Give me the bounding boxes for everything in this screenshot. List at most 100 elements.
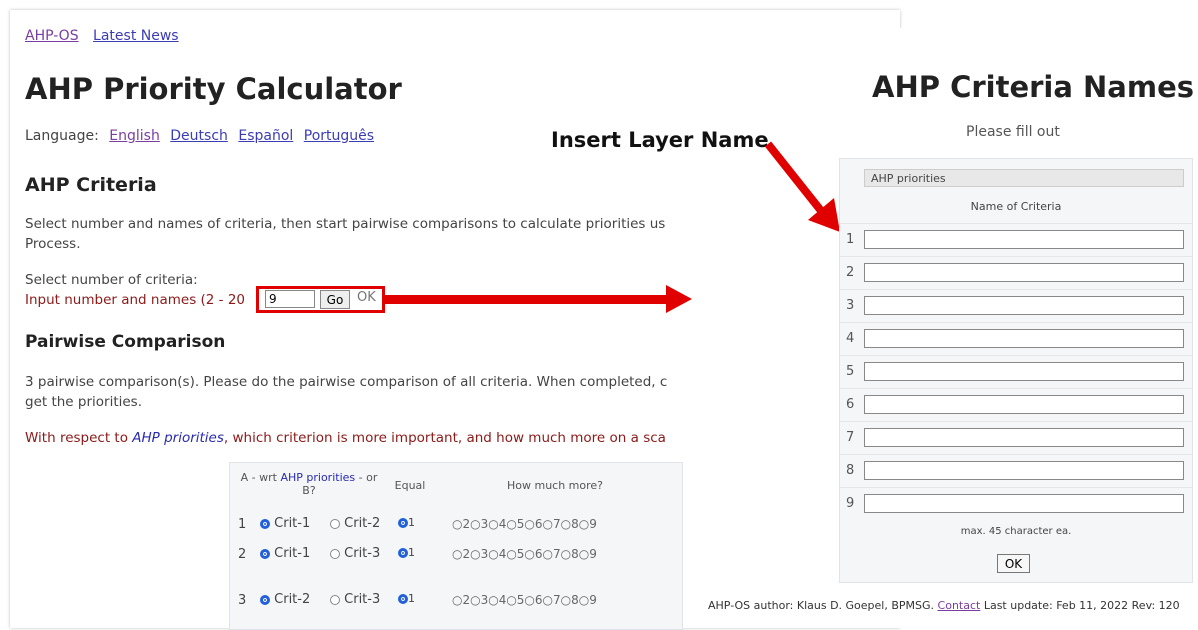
- radio-selected-icon[interactable]: [398, 518, 408, 528]
- option-b[interactable]: Crit-2: [330, 516, 380, 531]
- footer-update: Last update: Feb 11, 2022 Rev: 120: [980, 599, 1180, 612]
- pairwise-comparison-table: A - wrt AHP priorities - or B? Equal How…: [229, 462, 683, 630]
- layer-name-input[interactable]: [864, 169, 1184, 187]
- option-a-label: Crit-1: [274, 516, 311, 531]
- contact-link[interactable]: Contact: [938, 599, 981, 612]
- equal-option[interactable]: 1: [398, 546, 415, 559]
- lang-portugues-link[interactable]: Português: [304, 128, 374, 144]
- column-header-how-much: How much more?: [506, 479, 604, 492]
- criteria-name-input[interactable]: [864, 329, 1184, 348]
- language-bar: Language: English Deutsch Español Portug…: [25, 128, 374, 144]
- radio-selected-icon[interactable]: [260, 518, 270, 529]
- equal-value: 1: [408, 516, 415, 529]
- respect-suffix: , which criterion is more important, and…: [223, 430, 666, 446]
- option-a[interactable]: Crit-1: [260, 546, 310, 561]
- respect-question: With respect to AHP priorities, which cr…: [25, 428, 725, 448]
- head-topic: AHP priorities: [280, 471, 356, 484]
- comparison-row: 3 Crit-2 Crit-3 1 ○2○3○4○5○6○7○8○9: [230, 587, 682, 615]
- option-b[interactable]: Crit-3: [330, 592, 380, 607]
- row-number: 1: [846, 232, 855, 247]
- top-nav: AHP-OS Latest News: [25, 28, 189, 44]
- option-b[interactable]: Crit-3: [330, 546, 380, 561]
- criteria-name-input[interactable]: [864, 428, 1184, 447]
- criteria-name-input[interactable]: [864, 263, 1184, 282]
- row-number: 2: [238, 547, 247, 562]
- head-b: - or: [355, 471, 378, 484]
- criteria-row: 5: [840, 355, 1192, 388]
- column-header-equal: Equal: [394, 479, 426, 492]
- criteria-names-form: Name of Criteria 1 2 3 4 5 6 7 8 9 max. …: [839, 158, 1193, 583]
- option-a[interactable]: Crit-2: [260, 592, 310, 607]
- row-number: 6: [846, 397, 855, 412]
- equal-option[interactable]: 1: [398, 516, 415, 529]
- option-a-label: Crit-2: [274, 592, 311, 607]
- lang-espanol-link[interactable]: Español: [238, 128, 293, 144]
- lang-english-link[interactable]: English: [109, 128, 160, 144]
- criteria-name-input[interactable]: [864, 494, 1184, 513]
- name-column-header: Name of Criteria: [970, 200, 1062, 213]
- radio-selected-icon[interactable]: [398, 548, 408, 558]
- row-number: 2: [846, 265, 855, 280]
- footer-author: AHP-OS author: Klaus D. Goepel, BPMSG.: [708, 599, 938, 612]
- radio-selected-icon[interactable]: [260, 594, 270, 605]
- criteria-description: Select number and names of criteria, the…: [25, 214, 705, 254]
- criteria-row: 7: [840, 421, 1192, 454]
- pairwise-desc-line2: get the priorities.: [25, 394, 143, 410]
- head-a: A - wrt: [240, 471, 281, 484]
- criteria-row: 8: [840, 454, 1192, 487]
- comparison-row: 1 Crit-1 Crit-2 1 ○2○3○4○5○6○7○8○9: [230, 511, 682, 539]
- pairwise-heading: Pairwise Comparison: [25, 332, 226, 352]
- criteria-name-input[interactable]: [864, 461, 1184, 480]
- equal-value: 1: [408, 592, 415, 605]
- option-b-label: Crit-2: [344, 516, 381, 531]
- option-a[interactable]: Crit-1: [260, 516, 310, 531]
- criteria-row: 3: [840, 289, 1192, 322]
- radio-icon[interactable]: [330, 594, 340, 605]
- column-header-a-b: A - wrt AHP priorities - or B?: [234, 471, 384, 497]
- option-b-label: Crit-3: [344, 592, 381, 607]
- pairwise-description: 3 pairwise comparison(s). Please do the …: [25, 372, 705, 412]
- criteria-desc-line1: Select number and names of criteria, the…: [25, 216, 666, 232]
- arrow-right-icon: [666, 285, 692, 313]
- option-b-label: Crit-3: [344, 546, 381, 561]
- nav-link-latest-news[interactable]: Latest News: [93, 28, 179, 44]
- criteria-name-input[interactable]: [864, 296, 1184, 315]
- max-character-note: max. 45 character ea.: [960, 526, 1072, 537]
- criteria-names-title: AHP Criteria Names: [872, 70, 1195, 104]
- comparison-row: 2 Crit-1 Crit-3 1 ○2○3○4○5○6○7○8○9: [230, 541, 682, 569]
- criteria-row: 4: [840, 322, 1192, 355]
- row-number: 3: [846, 298, 855, 313]
- nav-link-ahp-os[interactable]: AHP-OS: [25, 28, 79, 44]
- fill-out-subtitle: Please fill out: [966, 124, 1060, 140]
- radio-icon[interactable]: [330, 518, 340, 529]
- row-number: 3: [238, 593, 247, 608]
- radio-icon[interactable]: [330, 548, 340, 559]
- option-a-label: Crit-1: [274, 546, 311, 561]
- arrow-right-icon-shaft: [385, 295, 670, 304]
- criteria-row: 1: [840, 223, 1192, 256]
- intensity-scale[interactable]: ○2○3○4○5○6○7○8○9: [452, 517, 597, 531]
- row-number: 7: [846, 430, 855, 445]
- intensity-scale[interactable]: ○2○3○4○5○6○7○8○9: [452, 593, 597, 607]
- radio-selected-icon[interactable]: [260, 548, 270, 559]
- ok-button[interactable]: OK: [997, 554, 1030, 573]
- language-label: Language:: [25, 128, 99, 144]
- lang-deutsch-link[interactable]: Deutsch: [170, 128, 228, 144]
- row-number: 8: [846, 463, 855, 478]
- respect-topic: AHP priorities: [132, 430, 224, 446]
- criteria-row: 9: [840, 487, 1192, 520]
- intensity-scale[interactable]: ○2○3○4○5○6○7○8○9: [452, 547, 597, 561]
- criteria-name-input[interactable]: [864, 230, 1184, 249]
- respect-prefix: With respect to: [25, 430, 133, 446]
- row-number: 1: [238, 517, 247, 532]
- row-number: 4: [846, 331, 855, 346]
- criteria-row: 2: [840, 256, 1192, 289]
- footer: AHP-OS author: Klaus D. Goepel, BPMSG. C…: [708, 599, 1180, 612]
- row-number: 9: [846, 496, 855, 511]
- criteria-name-input[interactable]: [864, 395, 1184, 414]
- criteria-row: 6: [840, 388, 1192, 421]
- radio-selected-icon[interactable]: [398, 594, 408, 604]
- equal-option[interactable]: 1: [398, 592, 415, 605]
- criteria-heading: AHP Criteria: [25, 174, 157, 196]
- criteria-name-input[interactable]: [864, 362, 1184, 381]
